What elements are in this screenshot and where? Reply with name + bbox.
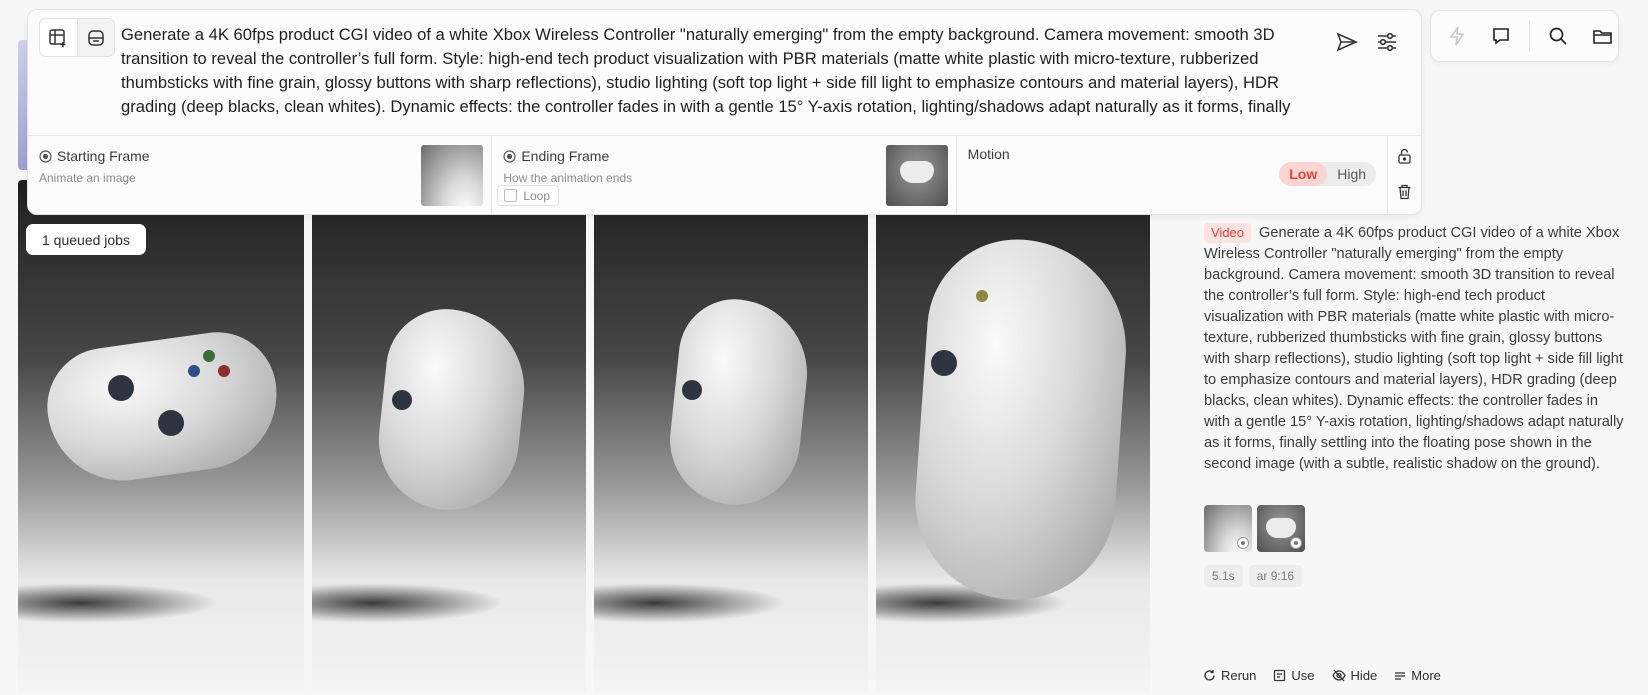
more-label: More [1411,668,1441,683]
more-button[interactable]: More [1394,668,1441,683]
mode-switch[interactable] [39,18,115,57]
ending-frame-slot[interactable]: Ending Frame How the animation ends Loop [492,136,957,214]
prompt-textarea[interactable]: Generate a 4K 60fps product CGI video of… [121,23,1316,127]
motion-high-option[interactable]: High [1327,162,1376,186]
aspect-ratio-chip: ar 9:16 [1248,565,1303,587]
frame-icon [88,29,104,46]
loop-checkbox-box[interactable] [504,189,518,202]
unlock-icon [1397,148,1411,164]
play-circle-icon [1290,537,1302,549]
settings-sliders-icon [1378,32,1396,52]
send-icon [1336,32,1358,52]
chat-icon [1493,28,1509,45]
frame-tools [1388,136,1421,214]
motion-toggle[interactable]: Low High [1279,162,1377,186]
use-icon [1274,669,1286,682]
video-gallery: 1 queued jobs [18,180,1188,693]
motion-title: Motion [967,146,1010,162]
play-circle-icon [39,149,52,163]
controller-image-3 [663,293,815,512]
bolt-icon [1449,26,1465,46]
settings-button[interactable] [1375,30,1399,54]
reference-thumb-start[interactable] [1204,505,1252,552]
use-button[interactable]: Use [1273,668,1315,683]
rerun-icon [1204,670,1215,681]
menu-lines-icon [1395,671,1406,680]
motion-low-option[interactable]: Low [1279,162,1328,186]
video-frame-1[interactable] [18,180,304,693]
video-frame-4[interactable] [876,180,1150,693]
controller-thumbnail-shape [899,161,934,183]
controller-image-2 [371,303,533,517]
hide-button[interactable]: Hide [1331,668,1378,683]
video-frame-2[interactable] [312,180,586,693]
ending-frame-subtitle: How the animation ends [503,171,633,185]
quick-generate-button[interactable] [1445,24,1469,48]
starting-frame-slot[interactable]: Starting Frame Animate an image [28,136,493,214]
hide-label: Hide [1350,668,1378,683]
unlock-button[interactable] [1396,148,1412,164]
rerun-label: Rerun [1221,668,1257,683]
video-frame-3[interactable] [594,180,868,693]
duration-chip: 5.1s [1204,565,1243,587]
play-circle-icon [1237,537,1249,549]
details-description: Video Generate a 4K 60fps product CGI vid… [1204,223,1624,475]
play-circle-icon [503,149,516,163]
delete-button[interactable] [1396,184,1412,200]
search-button[interactable] [1546,24,1570,48]
mode-frames[interactable] [76,19,114,56]
film-add-icon [49,28,66,47]
loop-checkbox[interactable]: Loop [497,185,560,206]
chat-button[interactable] [1489,24,1513,48]
starting-frame-thumbnail[interactable] [421,145,484,206]
motion-section: Motion Low High [957,136,1389,214]
reference-thumb-end[interactable] [1257,505,1305,552]
video-tag: Video [1204,223,1252,243]
mode-image-video[interactable] [40,19,77,56]
ending-frame-title: Ending Frame [521,148,610,164]
details-prompt-text: Generate a 4K 60fps product CGI video of… [1204,225,1624,472]
ending-frame-thumbnail[interactable] [885,145,948,206]
eye-off-icon [1331,669,1346,682]
reference-thumbnails [1204,505,1305,552]
controller-image-4 [908,233,1134,607]
search-icon [1549,27,1567,45]
detail-actions: Rerun Use Hide More [1203,668,1441,683]
folder-button[interactable] [1590,24,1614,48]
queue-badge: 1 queued jobs [26,224,146,255]
rerun-button[interactable]: Rerun [1203,668,1256,683]
send-button[interactable] [1335,30,1359,54]
top-toolbar [1430,10,1619,62]
starting-frame-title: Starting Frame [57,148,150,164]
loop-label: Loop [523,188,551,203]
folder-icon [1592,29,1612,44]
controller-image-1 [39,324,287,491]
prompt-card: Generate a 4K 60fps product CGI video of… [27,9,1422,215]
meta-chips: 5.1s ar 9:16 [1204,565,1303,587]
starting-frame-subtitle: Animate an image [39,171,136,185]
toolbar-divider [1529,20,1530,52]
trash-icon [1398,184,1411,200]
details-panel: Video Generate a 4K 60fps product CGI vid… [1204,223,1624,587]
use-label: Use [1291,668,1315,683]
